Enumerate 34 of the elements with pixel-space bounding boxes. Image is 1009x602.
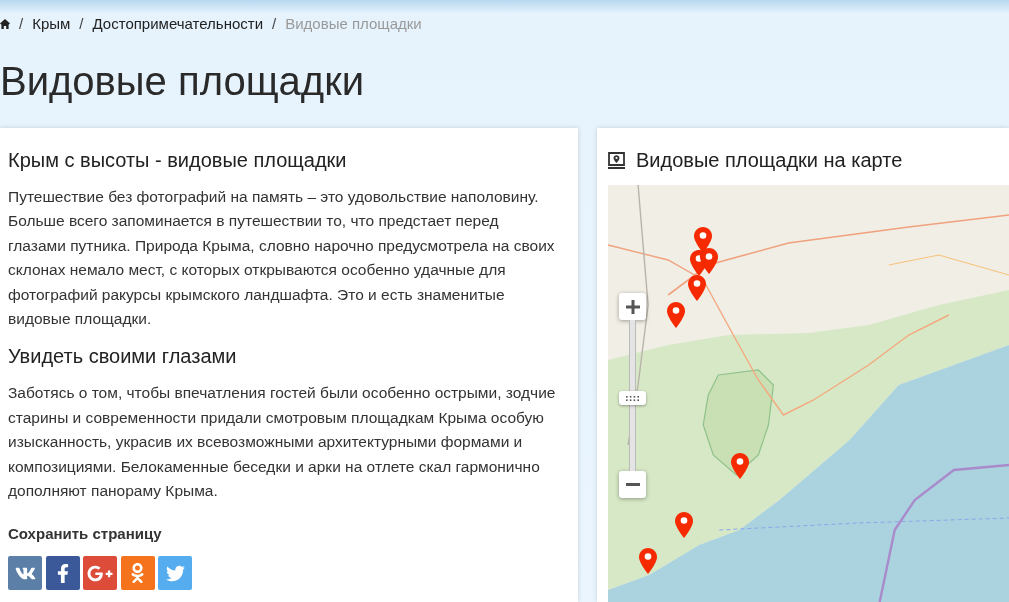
grip-icon: [626, 395, 639, 401]
share-button[interactable]: [8, 556, 42, 591]
section-paragraph: Путешествие без фотографий на память – это удовольствие наполовину. Больше всего запоминается в путешествии то, что предстает перед глазами путника. Природа Крыма, словно нарочно предусмотрела на своих склонах немало мест, с которых открываются особенно удачные для фотографий ракурсы крымского ландшафта. Это и есть знаменитые видовые площадки.: [8, 187, 556, 330]
zoom-in-button[interactable]: [619, 293, 646, 320]
map-title: Видовые площадки на карте: [636, 148, 903, 173]
breadcrumb-separator: /: [272, 14, 277, 34]
share-label: Сохранить страницу: [8, 524, 162, 545]
breadcrumb-link[interactable]: Достопримечательности: [92, 14, 264, 34]
map-pin-icon[interactable]: [675, 512, 693, 538]
minus-icon: [625, 483, 640, 486]
share-button[interactable]: [83, 556, 117, 591]
home-icon[interactable]: [0, 19, 10, 29]
twitter-bird-icon: [165, 563, 185, 583]
map-marker-icon: [608, 151, 625, 169]
section-paragraph: Заботясь о том, чтобы впечатления гостей были особенно острыми, зодчие старины и современности придали смотровым площадкам Крыма особую изысканность, украсив их всевозможными архитектурными формами и композициями. Белокаменные беседки и арки на отлете скал гармонично дополняют панораму Крыма.: [8, 383, 557, 502]
page-title: Видовые площадки: [0, 59, 364, 103]
breadcrumb-separator: /: [19, 14, 24, 34]
section-heading: Крым с высоты - видовые площадки: [8, 148, 347, 173]
share-button[interactable]: [45, 556, 80, 591]
share-button[interactable]: [120, 556, 155, 591]
map-pin-icon[interactable]: [639, 548, 657, 574]
map-pin-icon[interactable]: [688, 275, 706, 301]
odnoklassniki-logo-icon: [131, 563, 144, 584]
map-pin-icon[interactable]: [667, 302, 685, 328]
breadcrumb-current: Видовые площадки: [285, 14, 422, 34]
breadcrumb-separator: /: [79, 14, 84, 34]
map-pin-icon[interactable]: [731, 453, 749, 479]
facebook-logo-icon: [56, 563, 69, 583]
plus-icon: [625, 299, 640, 314]
section-heading: Увидеть своими глазами: [8, 344, 237, 370]
map-pin-icon[interactable]: [700, 248, 718, 274]
breadcrumb-link[interactable]: Крым: [32, 14, 71, 34]
zoom-out-button[interactable]: [619, 471, 646, 498]
zoom-slider-handle[interactable]: [619, 391, 646, 406]
